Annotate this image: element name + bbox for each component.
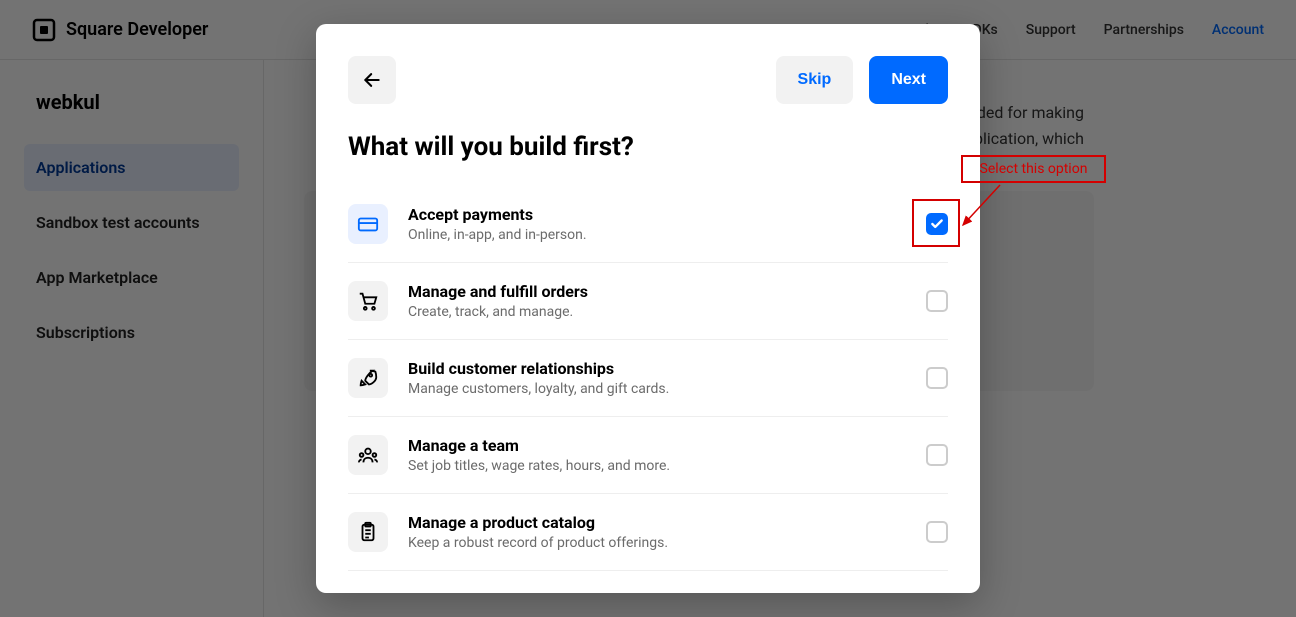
option-title: Build customer relationships bbox=[408, 359, 906, 378]
annotation-label: Select this option bbox=[972, 157, 1096, 181]
option-text: Accept payments Online, in-app, and in-p… bbox=[408, 205, 906, 243]
option-customer-relationships[interactable]: Build customer relationships Manage cust… bbox=[348, 340, 948, 417]
annotation-arrow bbox=[955, 180, 1005, 235]
skip-button[interactable]: Skip bbox=[776, 56, 854, 104]
option-title: Accept payments bbox=[408, 205, 906, 224]
annotation-checkbox-highlight bbox=[912, 199, 960, 247]
arrow-left-icon bbox=[362, 70, 382, 90]
clipboard-icon bbox=[348, 512, 388, 552]
people-icon bbox=[348, 435, 388, 475]
option-checkbox[interactable] bbox=[926, 444, 948, 466]
option-text: Manage and fulfill orders Create, track,… bbox=[408, 282, 906, 320]
next-button[interactable]: Next bbox=[869, 56, 948, 104]
option-subtitle: Online, in-app, and in-person. bbox=[408, 227, 906, 243]
option-title: Manage and fulfill orders bbox=[408, 282, 906, 301]
option-subtitle: Set job titles, wage rates, hours, and m… bbox=[408, 458, 906, 474]
onboarding-modal: Skip Next What will you build first? Acc… bbox=[316, 24, 980, 593]
rocket-icon bbox=[348, 358, 388, 398]
options-list: Accept payments Online, in-app, and in-p… bbox=[348, 186, 948, 571]
cart-icon bbox=[348, 281, 388, 321]
option-text: Manage a team Set job titles, wage rates… bbox=[408, 436, 906, 474]
option-checkbox[interactable] bbox=[926, 290, 948, 312]
option-subtitle: Keep a robust record of product offering… bbox=[408, 535, 906, 551]
option-manage-orders[interactable]: Manage and fulfill orders Create, track,… bbox=[348, 263, 948, 340]
option-subtitle: Manage customers, loyalty, and gift card… bbox=[408, 381, 906, 397]
card-icon bbox=[348, 204, 388, 244]
option-accept-payments[interactable]: Accept payments Online, in-app, and in-p… bbox=[348, 186, 948, 263]
option-product-catalog[interactable]: Manage a product catalog Keep a robust r… bbox=[348, 494, 948, 571]
modal-header: Skip Next bbox=[348, 56, 948, 104]
option-text: Manage a product catalog Keep a robust r… bbox=[408, 513, 906, 551]
option-checkbox[interactable] bbox=[926, 367, 948, 389]
modal-actions: Skip Next bbox=[776, 56, 948, 104]
option-manage-team[interactable]: Manage a team Set job titles, wage rates… bbox=[348, 417, 948, 494]
option-subtitle: Create, track, and manage. bbox=[408, 304, 906, 320]
option-title: Manage a team bbox=[408, 436, 906, 455]
option-checkbox[interactable] bbox=[926, 521, 948, 543]
back-button[interactable] bbox=[348, 56, 396, 104]
modal-title: What will you build first? bbox=[348, 132, 948, 162]
option-text: Build customer relationships Manage cust… bbox=[408, 359, 906, 397]
option-title: Manage a product catalog bbox=[408, 513, 906, 532]
annotation-label-box: Select this option bbox=[961, 155, 1106, 183]
